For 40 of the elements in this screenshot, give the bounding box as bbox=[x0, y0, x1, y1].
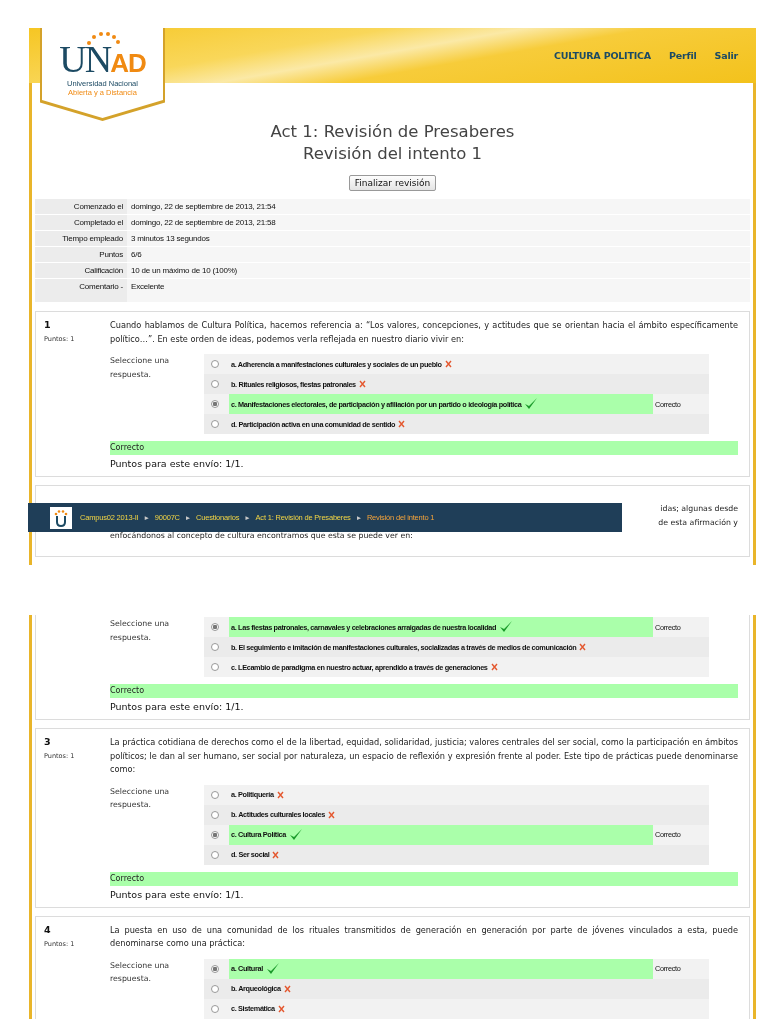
nav-link[interactable]: Salir bbox=[714, 50, 738, 61]
home-logo-icon[interactable] bbox=[50, 506, 72, 529]
finish-review-button[interactable]: Finalizar revisión bbox=[348, 175, 437, 191]
page-title: Revisión del intento 1 bbox=[301, 143, 484, 165]
question-text: La práctica cotidiana de derechos como el de la libertad, equidad, solidaridad, justicia; valores centrales del ser social, como la participación en ámbitos políticos; le dan al ser humano, ser social por naturaleza, un espacio de reflexión y expresión frente al poder. Este tipo de prácticas puede denominarse como: bbox=[110, 736, 738, 776]
feedback-bar: Correcto bbox=[110, 441, 738, 455]
logo-wordmark-part: UN bbox=[59, 38, 111, 80]
radio-button[interactable] bbox=[211, 810, 219, 819]
radio-button[interactable] bbox=[211, 850, 219, 859]
question-number: 4 bbox=[44, 923, 52, 935]
question-score: Puntos para este envío: 1/1. bbox=[110, 458, 245, 469]
summary-label: Comentario - bbox=[35, 278, 127, 303]
feedback-bar: Correcto bbox=[110, 684, 738, 698]
nav-link[interactable]: Perfil bbox=[669, 50, 697, 61]
logo-wordmark-part: AD bbox=[110, 48, 146, 78]
radio-button[interactable] bbox=[211, 790, 219, 799]
summary-value: domingo, 22 de septiembre de 2013, 21:54 bbox=[127, 199, 750, 215]
question-number: 1 bbox=[44, 319, 52, 330]
radio-button[interactable] bbox=[211, 1004, 219, 1013]
radio-button[interactable] bbox=[211, 420, 219, 428]
dots-arc-icon bbox=[86, 32, 120, 45]
nav-link[interactable]: CULTURA POLITICA bbox=[553, 50, 651, 61]
page-title: Act 1: Revisión de Presaberes bbox=[269, 121, 516, 143]
radio-button[interactable] bbox=[211, 643, 219, 651]
feedback-bar: Correcto bbox=[110, 871, 738, 886]
question-number: 3 bbox=[44, 736, 52, 747]
question-score: Puntos para este envío: 1/1. bbox=[110, 888, 245, 900]
radio-button[interactable] bbox=[211, 964, 219, 973]
question-text: Cuando hablamos de Cultura Política, hacemos referencia a: “Los valores, concepciones, y actitudes que se orientan hacia el ámbito específicamente político…”. En este orden de ideas, podemos verla reflejada en nuestro diario vivir en: bbox=[110, 319, 738, 346]
summary-value: Excelente bbox=[127, 278, 750, 303]
question-score: Puntos para este envío: 1/1. bbox=[110, 701, 245, 712]
radio-button[interactable] bbox=[211, 623, 219, 631]
radio-button[interactable] bbox=[211, 400, 219, 408]
radio-button[interactable] bbox=[211, 380, 219, 388]
radio-button[interactable] bbox=[211, 360, 219, 368]
summary-label: Comenzado el bbox=[35, 199, 127, 215]
radio-button[interactable] bbox=[211, 984, 219, 993]
question-text: La puesta en uso de una comunidad de los rituales transmitidos de generación en generación por parte de jóvenes vinculados a esta, puede denominarse como una práctica: bbox=[110, 923, 738, 950]
radio-button[interactable] bbox=[211, 830, 219, 839]
radio-button[interactable] bbox=[211, 663, 219, 671]
